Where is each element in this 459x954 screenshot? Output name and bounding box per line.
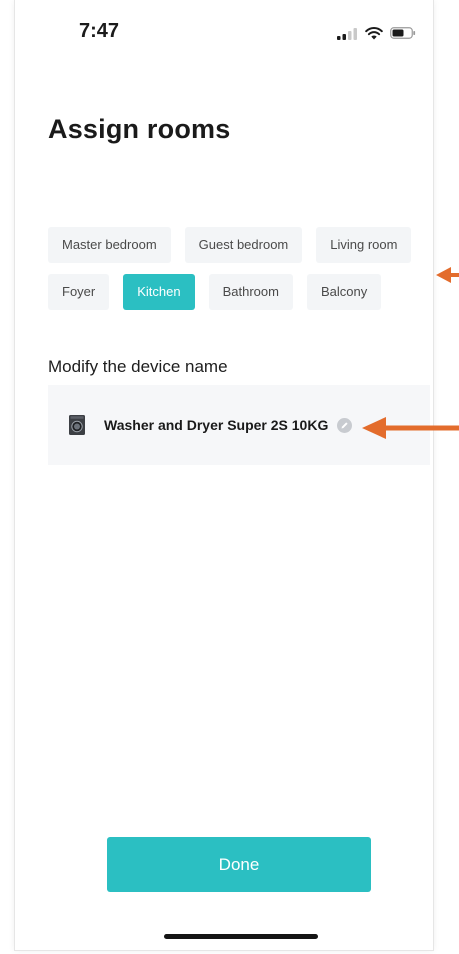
home-indicator bbox=[164, 934, 318, 939]
room-chips-row-1: Master bedroom Guest bedroom Living room bbox=[48, 227, 412, 263]
edit-pencil-icon[interactable] bbox=[337, 418, 352, 433]
washer-dryer-icon bbox=[69, 415, 85, 435]
room-chip-balcony[interactable]: Balcony bbox=[306, 274, 382, 310]
device-name: Washer and Dryer Super 2S 10KG bbox=[104, 417, 329, 433]
room-chip-master-bedroom[interactable]: Master bedroom bbox=[48, 227, 171, 263]
room-chip-kitchen[interactable]: Kitchen bbox=[123, 274, 195, 310]
room-chip-foyer[interactable]: Foyer bbox=[48, 274, 110, 310]
status-icons bbox=[337, 26, 427, 42]
device-name-section-label: Modify the device name bbox=[48, 357, 228, 376]
room-chip-living-room[interactable]: Living room bbox=[316, 227, 412, 263]
room-chip-guest-bedroom[interactable]: Guest bedroom bbox=[184, 227, 303, 263]
phone-screen: 7:47 Assign rooms Master bedroom Guest b bbox=[14, 0, 434, 951]
page-title: Assign rooms bbox=[48, 114, 231, 144]
annotation-arrow-icon bbox=[436, 267, 459, 283]
wifi-icon bbox=[365, 27, 383, 40]
annotation-arrow-icon bbox=[362, 417, 459, 439]
done-button[interactable]: Done bbox=[107, 837, 371, 892]
battery-icon bbox=[390, 27, 416, 39]
signal-icon bbox=[337, 28, 357, 40]
room-chips-row-2: Foyer Kitchen Bathroom Balcony bbox=[48, 274, 382, 310]
status-time: 7:47 bbox=[79, 20, 120, 42]
status-bar: 7:47 bbox=[15, 0, 433, 60]
room-chip-bathroom[interactable]: Bathroom bbox=[208, 274, 293, 310]
